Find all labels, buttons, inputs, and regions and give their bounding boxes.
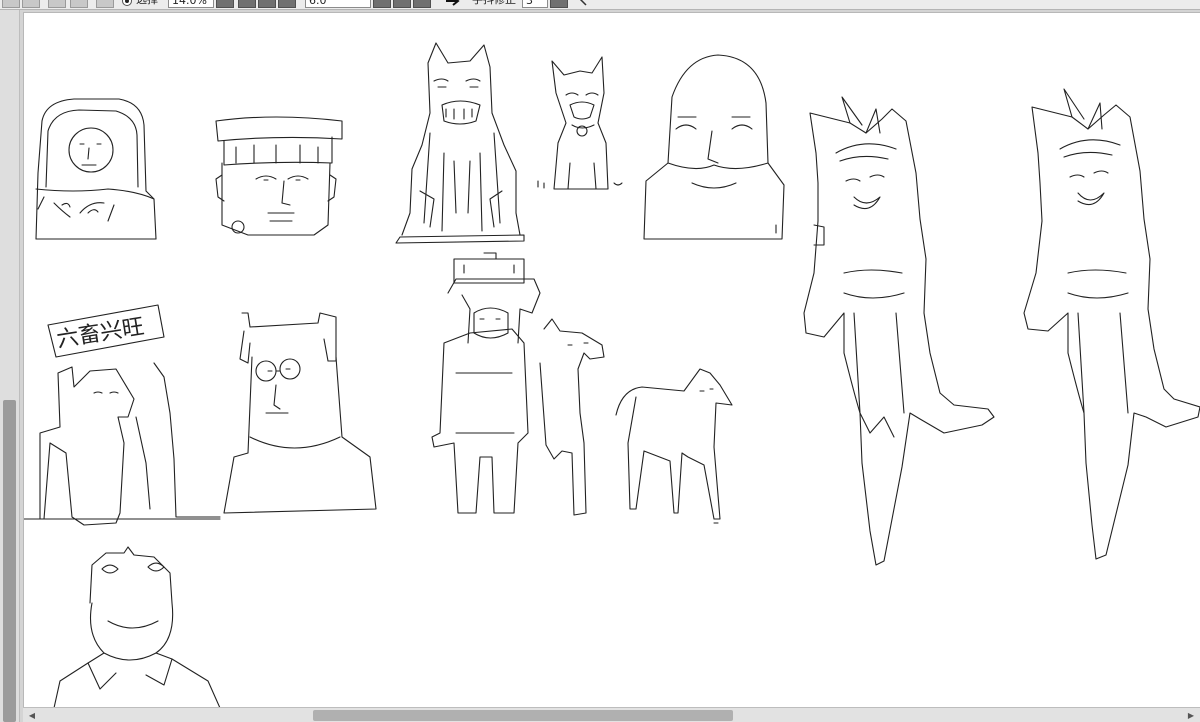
sketch-small-cat	[537, 56, 623, 190]
tool-button-4[interactable]	[70, 0, 88, 8]
sketch-child-deer	[431, 252, 605, 516]
zoom-out-button[interactable]	[238, 0, 256, 8]
tool-button-3[interactable]	[48, 0, 66, 8]
stabilize-dropdown-button[interactable]	[550, 0, 568, 8]
scroll-left-arrow-icon[interactable]: ◀	[25, 709, 39, 722]
rotate-left-button[interactable]	[393, 0, 411, 8]
scroll-right-arrow-icon[interactable]: ▶	[1184, 709, 1198, 722]
sketch-standing-dog	[615, 368, 733, 524]
select-radio[interactable]	[122, 0, 132, 6]
size-dropdown-button[interactable]	[373, 0, 391, 8]
rotate-right-button[interactable]	[413, 0, 431, 8]
size-field[interactable]: 6.0	[305, 0, 371, 8]
select-label: 选择	[136, 0, 158, 8]
sketch-frog-man	[53, 546, 221, 707]
tool-button-5[interactable]	[96, 0, 114, 8]
drawing-app-window: 选择 14.0% 6.0 手抖修正 3	[0, 0, 1200, 722]
sign-text: 六畜兴旺	[55, 314, 146, 352]
horizontal-scrollbar-thumb[interactable]	[313, 710, 733, 721]
tool-button-2[interactable]	[22, 0, 40, 8]
zoom-field[interactable]: 14.0%	[168, 0, 214, 8]
toolbar: 选择 14.0% 6.0 手抖修正 3	[0, 0, 1200, 10]
sketch-fox-girl-right	[1023, 88, 1200, 560]
sketch-fox-girl-left	[803, 96, 995, 566]
sketch-sign-dog: 六畜兴旺	[24, 304, 221, 526]
drawing-canvas[interactable]: 六畜兴旺	[23, 12, 1200, 707]
zoom-in-button[interactable]	[258, 0, 276, 8]
vertical-scrollbar[interactable]	[0, 10, 20, 722]
sketch-cat-statue	[395, 42, 525, 244]
sketch-bearded-bust	[643, 54, 785, 240]
sketch-hat-head	[215, 116, 343, 236]
horizontal-scrollbar[interactable]: ◀ ▶	[23, 707, 1200, 722]
stabilize-field[interactable]: 3	[522, 0, 548, 8]
chevron-icon[interactable]	[578, 0, 590, 6]
sketch-layer: 六畜兴旺	[24, 42, 1200, 707]
arrow-right-icon[interactable]	[445, 0, 461, 6]
vertical-scrollbar-thumb[interactable]	[3, 400, 16, 722]
stabilize-label: 手抖修正	[472, 0, 516, 8]
tool-button-1[interactable]	[2, 0, 20, 8]
sketch-niche-figure	[35, 98, 157, 240]
sketch-glasses-man	[223, 312, 377, 514]
zoom-reset-button[interactable]	[278, 0, 296, 8]
zoom-dropdown-button[interactable]	[216, 0, 234, 8]
